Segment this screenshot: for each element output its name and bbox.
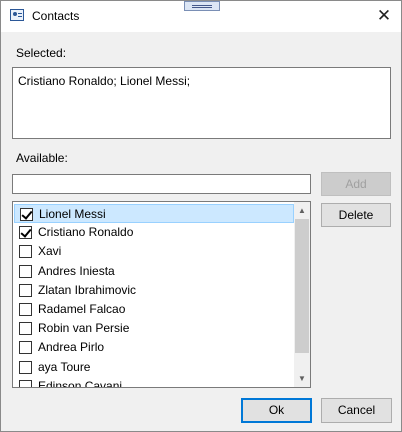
scroll-up-icon[interactable]: ▲ (294, 202, 310, 219)
contacts-card-icon (10, 9, 24, 21)
checkbox-unchecked[interactable] (19, 360, 32, 374)
drag-handle-icon[interactable] (184, 1, 220, 11)
contact-name: Robin van Persie (38, 321, 130, 336)
contact-list-item[interactable]: Xavi (14, 242, 294, 261)
vertical-scrollbar[interactable]: ▲ ▼ (294, 202, 310, 387)
contact-name: Radamel Falcao (38, 302, 126, 316)
checkmark-icon (21, 208, 33, 220)
contact-list-item[interactable]: Andrea Pirlo (14, 338, 294, 357)
add-button[interactable]: Add (321, 172, 391, 196)
checkmark-icon (20, 226, 32, 238)
contact-list-item[interactable]: aya Toure (14, 358, 294, 377)
contact-name: Edinson Cavani (38, 378, 123, 388)
contacts-checklist[interactable]: Edinson Cavani aya Toure Andrea Pirlo Robin… (12, 201, 311, 388)
checkbox-unchecked[interactable] (19, 341, 32, 355)
checkbox-unchecked[interactable] (19, 245, 32, 259)
contact-list-item[interactable]: Cristiano Ronaldo (14, 223, 294, 242)
scroll-thumb[interactable] (295, 219, 309, 353)
ok-button[interactable]: Ok (241, 398, 312, 423)
contact-list-item[interactable]: Edinson Cavani (14, 377, 294, 388)
scroll-down-icon[interactable]: ▼ (294, 370, 310, 387)
checkbox-unchecked[interactable] (19, 283, 32, 297)
contact-name: Cristiano Ronaldo (38, 225, 134, 240)
checkbox-checked[interactable] (20, 208, 33, 221)
contact-list-item[interactable]: Robin van Persie (14, 319, 294, 338)
delete-button[interactable]: Delete (321, 203, 391, 227)
contacts-window: Contacts ✕ Selected: Cristiano Ronaldo; … (0, 0, 402, 432)
cancel-button[interactable]: Cancel (321, 398, 392, 423)
title-bar[interactable]: Contacts ✕ (1, 1, 401, 32)
contact-name: Andrea Pirlo (38, 340, 105, 355)
contact-list-item[interactable]: Radamel Falcao (14, 300, 294, 319)
checkbox-unchecked[interactable] (19, 264, 32, 278)
contact-list-item[interactable]: Lionel Messi (14, 204, 294, 223)
contact-name: Xavi (38, 244, 62, 259)
contact-name: Lionel Messi (39, 207, 106, 221)
contact-list-item[interactable]: Zlatan Ibrahimovic (14, 281, 294, 300)
selected-textbox[interactable]: Cristiano Ronaldo; Lionel Messi; (12, 67, 391, 139)
close-button[interactable]: ✕ (371, 5, 397, 27)
selected-label: Selected: (16, 46, 67, 60)
selected-value: Cristiano Ronaldo; Lionel Messi; (18, 74, 191, 88)
checkbox-unchecked[interactable] (19, 303, 32, 316)
checkbox-checked[interactable] (19, 226, 32, 240)
contact-name: Zlatan Ibrahimovic (38, 282, 137, 297)
contact-name: aya Toure (38, 359, 91, 374)
search-input[interactable] (12, 174, 311, 194)
checkbox-unchecked[interactable] (19, 379, 32, 387)
checkbox-unchecked[interactable] (19, 322, 32, 336)
contact-name: Andres Iniesta (38, 263, 115, 278)
contact-list-item[interactable]: Andres Iniesta (14, 262, 294, 281)
window-title: Contacts (32, 9, 80, 23)
available-label: Available: (16, 151, 68, 165)
